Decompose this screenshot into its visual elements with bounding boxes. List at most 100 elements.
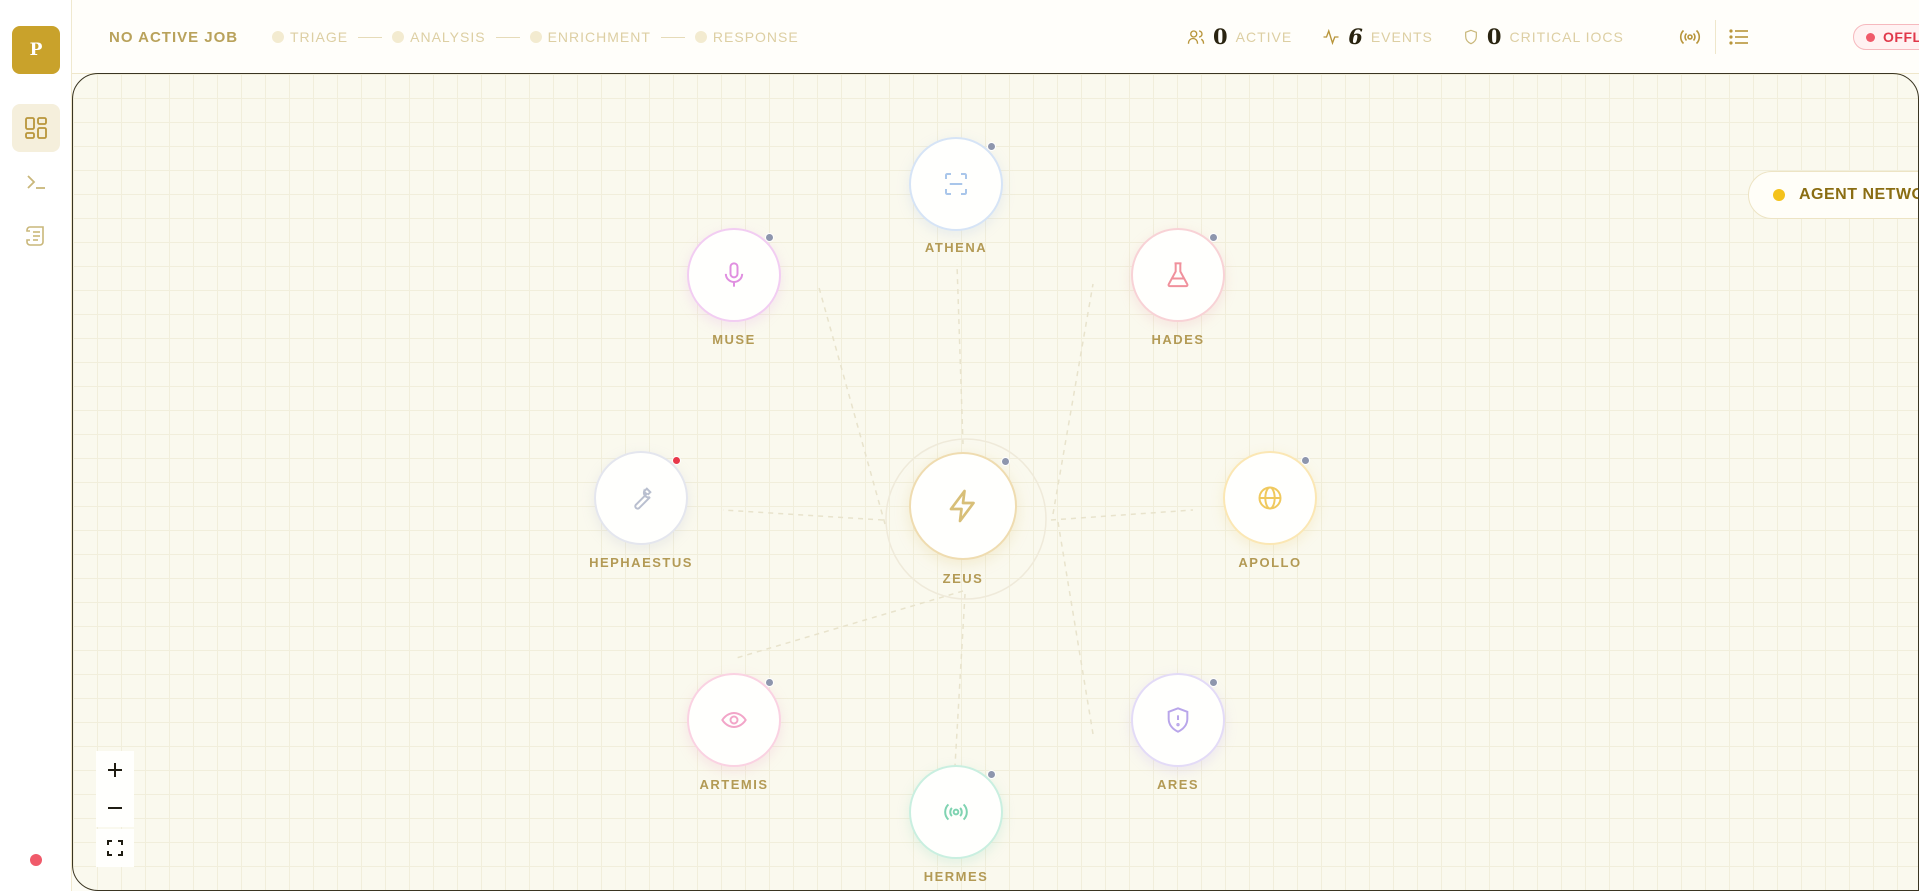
agent-status-dot — [987, 142, 996, 151]
agent-node-hermes[interactable] — [909, 765, 1003, 859]
stage-connector — [660, 36, 685, 38]
link-zeus-apollo — [1050, 509, 1194, 521]
link-zeus-hermes — [954, 593, 966, 767]
scan-icon — [945, 173, 967, 195]
stage-triage: TRIAGE — [272, 29, 348, 45]
wrench-icon — [634, 487, 652, 510]
agent-label: HADES — [1151, 332, 1205, 347]
agent-label: APOLLO — [1238, 555, 1302, 570]
agent-label: HERMES — [923, 869, 989, 884]
sidebar: P — [0, 0, 72, 891]
agent-node-apollo[interactable] — [1223, 451, 1317, 545]
stage-dot — [694, 31, 707, 43]
agent-status-dot-error — [672, 456, 681, 465]
zoom-out-button[interactable] — [96, 789, 134, 827]
sidebar-item-terminal[interactable] — [12, 158, 60, 206]
grid-icon — [25, 117, 47, 139]
agent-label: MUSE — [712, 332, 756, 347]
stage-connector — [495, 36, 520, 38]
users-icon — [1187, 29, 1205, 44]
sidebar-item-dashboard[interactable] — [12, 104, 60, 152]
list-icon — [1729, 29, 1748, 45]
event-list-button[interactable] — [1727, 25, 1751, 49]
critical-iocs-count: 0 — [1486, 24, 1502, 49]
agent-label: ARES — [1156, 777, 1200, 792]
events-count: 6 — [1348, 24, 1363, 49]
agent-status-dot — [1301, 456, 1310, 465]
job-title: NO ACTIVE JOB — [109, 29, 239, 46]
stage-connector — [358, 36, 383, 38]
eye-icon — [721, 712, 747, 728]
fullscreen-icon — [107, 840, 123, 856]
logo-letter: P — [29, 40, 43, 60]
agent-node-artemis[interactable] — [687, 673, 781, 767]
agent-node-athena[interactable] — [909, 137, 1003, 231]
zoom-in-button[interactable] — [96, 751, 134, 789]
shield-alert-icon — [1167, 707, 1189, 733]
stat-active: 0 ACTIVE — [1187, 24, 1292, 49]
stat-events: 6 EVENTS — [1322, 24, 1433, 49]
globe-icon — [1258, 486, 1282, 510]
flask-icon — [1167, 262, 1189, 288]
active-label: ACTIVE — [1235, 28, 1293, 45]
agent-status-dot — [765, 233, 774, 242]
terminal-icon — [27, 175, 45, 189]
stage-dot — [392, 31, 405, 43]
agent-network-canvas[interactable]: AGENT NETWORK ZEUS ATHENA MUSE HADES HEP… — [72, 73, 1919, 891]
stage-dot — [272, 31, 284, 43]
agent-label: ATHENA — [924, 240, 988, 255]
stage-dot — [529, 31, 542, 43]
activity-icon — [1323, 28, 1339, 45]
link-zeus-athena — [956, 263, 964, 445]
shield-icon — [1464, 29, 1477, 44]
agent-node-muse[interactable] — [687, 228, 781, 322]
agent-status-dot — [987, 770, 996, 779]
header-stats: 0 ACTIVE 6 EVENTS 0 CRITICAL IOCS — [1187, 24, 1654, 49]
connection-status-badge: OFFLINE — [1853, 24, 1919, 50]
stage-label: ANALYSIS — [410, 29, 486, 45]
agent-node-hephaestus[interactable] — [594, 451, 688, 545]
agent-label: ZEUS — [942, 571, 984, 586]
link-zeus-artemis — [732, 590, 964, 660]
agent-node-ares[interactable] — [1131, 673, 1225, 767]
agent-status-dot — [1209, 678, 1218, 687]
stage-enrichment: ENRICHMENT — [529, 29, 651, 45]
agent-status-dot — [765, 678, 774, 687]
active-count: 0 — [1213, 24, 1228, 49]
plus-icon — [108, 763, 122, 777]
top-header: NO ACTIVE JOB TRIAGE ANALYSIS ENRICHMENT… — [72, 0, 1919, 74]
microphone-icon — [724, 262, 744, 287]
link-zeus-ares — [1057, 521, 1094, 735]
fit-view-button[interactable] — [96, 829, 134, 867]
connection-status-dot — [30, 854, 42, 866]
stage-response: RESPONSE — [694, 29, 799, 45]
agent-node-zeus[interactable] — [909, 452, 1017, 560]
agent-status-dot — [1001, 457, 1010, 466]
agent-node-hades[interactable] — [1131, 228, 1225, 322]
agent-label: HEPHAESTUS — [589, 555, 693, 570]
critical-iocs-label: CRITICAL IOCS — [1509, 28, 1624, 45]
connection-status-label: OFFLINE — [1883, 29, 1919, 45]
broadcast-icon — [1679, 29, 1701, 45]
broadcast-icon — [944, 803, 968, 821]
agent-label: ARTEMIS — [699, 777, 769, 792]
stage-label: RESPONSE — [712, 29, 799, 45]
pipeline-stages: TRIAGE ANALYSIS ENRICHMENT RESPONSE — [272, 29, 799, 45]
link-zeus-muse — [817, 283, 886, 525]
events-label: EVENTS — [1370, 28, 1433, 45]
stage-label: ENRICHMENT — [547, 29, 651, 45]
agent-network-badge: AGENT NETWORK — [1748, 171, 1918, 219]
link-zeus-hephaestus — [722, 509, 884, 521]
app-logo[interactable]: P — [12, 26, 60, 74]
stat-critical-iocs: 0 CRITICAL IOCS — [1463, 24, 1624, 49]
scroll-icon — [26, 226, 44, 246]
lightning-icon — [949, 489, 975, 523]
stage-analysis: ANALYSIS — [392, 29, 485, 45]
agent-network-label: AGENT NETWORK — [1799, 186, 1918, 203]
header-divider — [1715, 20, 1716, 54]
agent-status-dot — [1209, 233, 1218, 242]
broadcast-toggle-button[interactable] — [1678, 25, 1702, 49]
stage-label: TRIAGE — [290, 29, 349, 45]
sidebar-item-logs[interactable] — [12, 212, 60, 260]
minus-icon — [108, 807, 122, 809]
